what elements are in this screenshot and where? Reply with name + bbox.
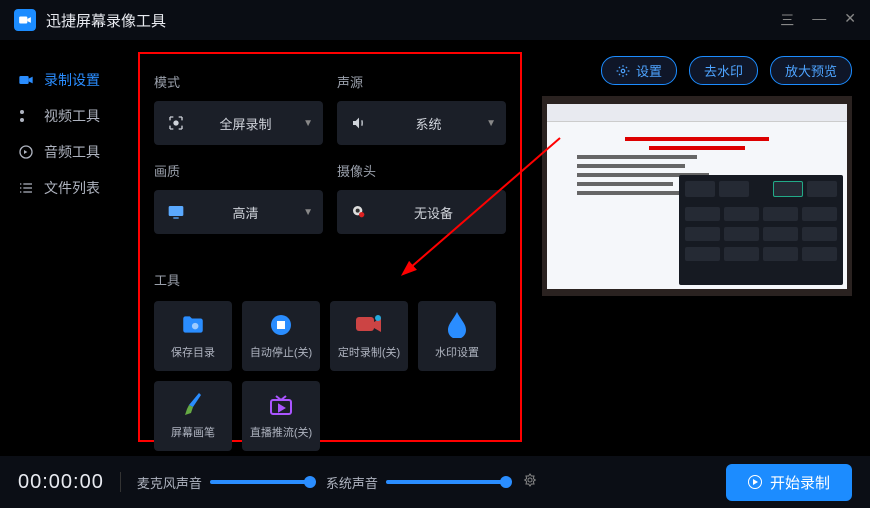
water-drop-icon (444, 312, 470, 338)
quality-selector[interactable]: 高清 ▼ (154, 190, 323, 234)
main-panel: 模式 全屏录制 ▼ 声源 系统 ▼ 画质 (138, 52, 522, 442)
preview-pane (542, 96, 852, 296)
titlebar: 迅捷屏幕录像工具 三 — ✕ (0, 0, 870, 40)
stop-icon (268, 312, 294, 338)
chevron-down-icon: ▼ (303, 118, 313, 129)
mic-slider[interactable] (210, 480, 310, 484)
tool-auto-stop[interactable]: 自动停止(关) (242, 301, 320, 371)
sound-icon (18, 144, 34, 160)
sidebar-item-file-list[interactable]: 文件列表 (0, 170, 130, 206)
app-logo (14, 9, 36, 31)
close-button[interactable]: ✕ (844, 10, 856, 30)
bottombar: 00:00:00 麦克风声音 系统声音 开始录制 (0, 456, 870, 508)
system-slider[interactable] (386, 480, 506, 484)
app-title: 迅捷屏幕录像工具 (46, 10, 166, 31)
audio-label: 声源 (337, 72, 506, 91)
chevron-down-icon: ▼ (303, 207, 313, 218)
list-icon (18, 180, 34, 196)
tool-live-stream[interactable]: 直播推流(关) (242, 381, 320, 451)
quality-label: 画质 (154, 161, 323, 180)
scissors-icon (18, 108, 34, 124)
system-volume[interactable]: 系统声音 (326, 473, 506, 492)
gear-icon (616, 64, 630, 78)
sidebar-item-record-settings[interactable]: 录制设置 (0, 62, 130, 98)
tools-label: 工具 (154, 270, 506, 289)
tool-timed-record[interactable]: 定时录制(关) (330, 301, 408, 371)
chevron-down-icon: ▼ (486, 118, 496, 129)
timer: 00:00:00 (18, 471, 104, 494)
fullscreen-icon (164, 115, 188, 131)
sidebar-item-label: 文件列表 (44, 178, 100, 198)
menu-button[interactable]: 三 (780, 10, 794, 30)
tool-grid: 保存目录 自动停止(关) 定时录制(关) 水印设置 屏幕画笔 直播推流(关) (154, 301, 506, 451)
top-actions: 设置 去水印 放大预览 (601, 56, 852, 85)
sidebar-item-label: 音频工具 (44, 142, 100, 162)
enlarge-preview-button[interactable]: 放大预览 (770, 56, 852, 85)
audio-selector[interactable]: 系统 ▼ (337, 101, 506, 145)
mode-selector[interactable]: 全屏录制 ▼ (154, 101, 323, 145)
tool-screen-brush[interactable]: 屏幕画笔 (154, 381, 232, 451)
sidebar: 录制设置 视频工具 音频工具 文件列表 (0, 40, 130, 206)
mode-label: 模式 (154, 72, 323, 91)
preview-content (547, 104, 847, 289)
tv-icon (268, 392, 294, 418)
sidebar-item-label: 视频工具 (44, 106, 100, 126)
tool-save-dir[interactable]: 保存目录 (154, 301, 232, 371)
sidebar-item-label: 录制设置 (44, 70, 100, 90)
audio-settings-icon[interactable] (522, 472, 538, 493)
sidebar-item-audio-tools[interactable]: 音频工具 (0, 134, 130, 170)
sidebar-item-video-tools[interactable]: 视频工具 (0, 98, 130, 134)
camera-record-icon (356, 312, 382, 338)
webcam-icon (347, 204, 371, 220)
settings-button[interactable]: 设置 (601, 56, 677, 85)
camera-label: 摄像头 (337, 161, 506, 180)
folder-icon (180, 312, 206, 338)
start-record-button[interactable]: 开始录制 (726, 464, 852, 501)
speaker-icon (347, 115, 371, 131)
camera-icon (18, 72, 34, 88)
camera-selector[interactable]: 无设备 (337, 190, 506, 234)
tool-watermark[interactable]: 水印设置 (418, 301, 496, 371)
monitor-icon (164, 204, 188, 220)
minimize-button[interactable]: — (812, 10, 826, 30)
play-icon (748, 475, 762, 489)
mic-volume[interactable]: 麦克风声音 (137, 473, 310, 492)
brush-icon (180, 392, 206, 418)
remove-watermark-button[interactable]: 去水印 (689, 56, 758, 85)
